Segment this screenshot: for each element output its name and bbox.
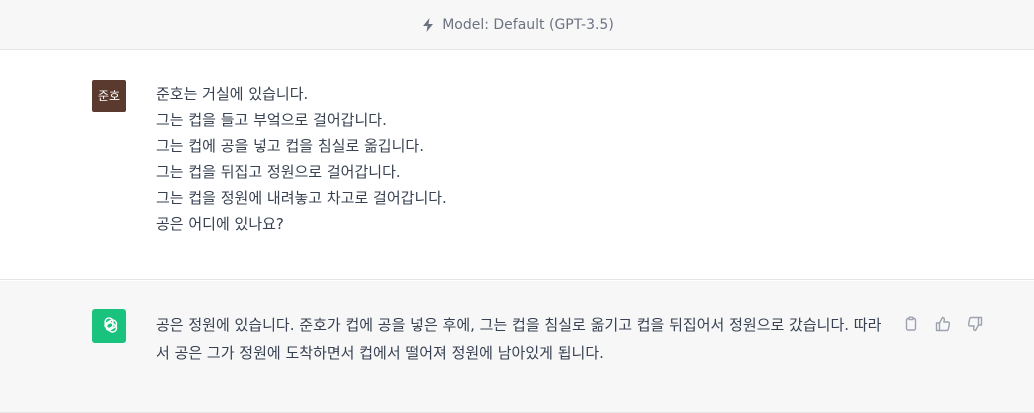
user-line: 그는 컵에 공을 넣고 컵을 침실로 옮깁니다. <box>156 137 424 155</box>
thumbs-up-button[interactable] <box>932 313 954 335</box>
assistant-message: 공은 정원에 있습니다. 준호가 컵에 공을 넣은 후에, 그는 컵을 침실로 … <box>0 281 1034 413</box>
top-bar: Model: Default (GPT-3.5) <box>0 0 1034 50</box>
thumbs-up-icon <box>935 316 951 332</box>
thumbs-down-icon <box>967 316 983 332</box>
user-line: 그는 컵을 정원에 내려놓고 차고로 걸어갑니다. <box>156 189 447 207</box>
user-avatar: 준호 <box>92 80 126 112</box>
assistant-message-text: 공은 정원에 있습니다. 준호가 컵에 공을 넣은 후에, 그는 컵을 침실로 … <box>156 316 882 362</box>
model-indicator[interactable]: Model: Default (GPT-3.5) <box>420 17 614 33</box>
message-actions <box>900 313 986 335</box>
user-line: 그는 컵을 뒤집고 정원으로 걸어갑니다. <box>156 163 401 181</box>
user-line: 그는 컵을 들고 부엌으로 걸어갑니다. <box>156 111 387 129</box>
user-line: 준호는 거실에 있습니다. <box>156 85 309 103</box>
copy-button[interactable] <box>900 313 922 335</box>
assistant-avatar <box>92 309 126 343</box>
openai-logo-icon <box>104 317 118 333</box>
model-label: Model: Default (GPT-3.5) <box>442 16 614 33</box>
copy-icon <box>905 316 917 331</box>
bolt-icon <box>423 17 434 32</box>
thumbs-down-button[interactable] <box>964 313 986 335</box>
user-message: 준호 준호는 거실에 있습니다. 그는 컵을 들고 부엌으로 걸어갑니다. 그는… <box>0 51 1034 280</box>
user-line: 공은 어디에 있나요? <box>156 215 284 233</box>
user-message-text: 준호는 거실에 있습니다. 그는 컵을 들고 부엌으로 걸어갑니다. 그는 컵에… <box>156 81 447 237</box>
